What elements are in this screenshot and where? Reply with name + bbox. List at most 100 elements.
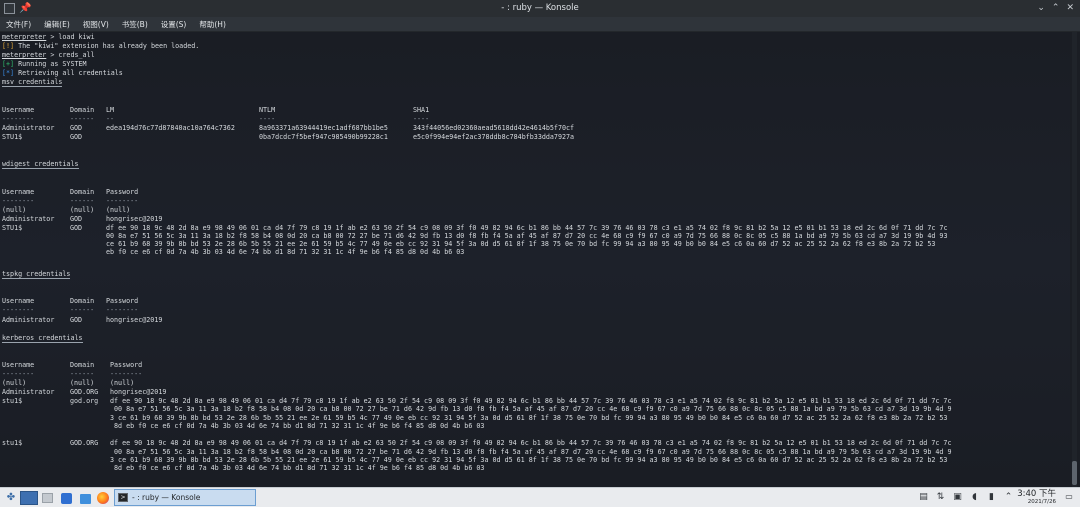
table-row: (null) (null) (null) (2, 379, 1070, 388)
header-dashes: -------- (2, 306, 35, 315)
window-title: - : ruby — Konsole (501, 3, 579, 13)
domain-cell: GOD.ORG (70, 388, 99, 397)
menu-help[interactable]: 帮助(H) (199, 17, 226, 31)
prompt: meterpreter (2, 51, 47, 60)
menu-view[interactable]: 视图(V) (83, 17, 109, 31)
header-dashes: -------- (106, 196, 139, 205)
clock-date: 2021/7/26 (1027, 499, 1056, 505)
domain-cell: god.org (70, 397, 99, 406)
domain-cell: GOD (70, 315, 83, 324)
username-cell: (null) (2, 205, 27, 214)
maximize-icon[interactable]: ⌃ (1052, 0, 1060, 17)
section-title: tspkg credentials (2, 270, 1070, 280)
table-row: STU1$ GOD 0ba7dcdc7f5bef947c985490b99228… (2, 133, 1070, 142)
table-header: Username Domain Password (2, 361, 1070, 370)
minimize-icon[interactable]: ⌄ (1037, 0, 1045, 17)
header-dashes: -- (106, 114, 115, 123)
table-header: Username Domain LM NTLM SHA1 (2, 106, 1070, 115)
application-launcher-icon[interactable]: ✤ (4, 491, 18, 505)
konsole-icon: > (118, 493, 128, 502)
volume-icon[interactable]: ◖ (969, 491, 980, 503)
menu-settings[interactable]: 设置(S) (161, 17, 187, 31)
terminal-view[interactable]: meterpreter > load kiwi [!] The "kiwi" e… (0, 32, 1070, 487)
lm-hash-cell: edea194d76c77d87840ac10a764c7362 (106, 123, 235, 132)
table-row: Administrator GOD hongrisec@2019 (2, 215, 1070, 224)
lm-hash-cell (106, 133, 259, 142)
menu-bar: 文件(F) 编辑(E) 视图(V) 书签(B) 设置(S) 帮助(H) (0, 17, 1080, 32)
output-text: Running as SYSTEM (14, 60, 87, 69)
domain-cell: GOD (70, 133, 83, 142)
warning-marker: [!] (2, 42, 15, 51)
section-title: wdigest credentials (2, 160, 1070, 170)
output-line: [+] Running as SYSTEM (2, 60, 1070, 69)
domain-cell: GOD (70, 214, 83, 223)
password-cell: (null) (106, 205, 131, 214)
menu-bookmarks[interactable]: 书签(B) (122, 17, 148, 31)
folder-icon[interactable] (80, 494, 91, 504)
desktop-pager-icon[interactable] (20, 491, 38, 505)
domain-cell: GOD.ORG (70, 439, 99, 448)
task-label: - : ruby — Konsole (132, 493, 201, 502)
column-header: Password (106, 187, 139, 196)
username-cell: (null) (2, 379, 27, 388)
username-cell: Administrator (2, 315, 55, 324)
column-header: SHA1 (413, 105, 430, 114)
firefox-icon[interactable] (97, 492, 109, 504)
column-header: Username (2, 297, 35, 306)
menu-edit[interactable]: 编辑(E) (44, 17, 70, 31)
domain-cell: GOD (70, 123, 83, 132)
dolphin-icon[interactable] (61, 493, 72, 504)
prompt: meterpreter (2, 33, 47, 41)
username-cell: STU1$ (2, 133, 23, 142)
output-text: The "kiwi" extension has already been lo… (14, 42, 200, 51)
taskbar: ✤ > - : ruby — Konsole ▤ ⇅ ▣ ◖ ▮ ⌃ 3:40 … (0, 487, 1080, 507)
table-header: Username Domain Password (2, 297, 1070, 306)
header-dashes: ------ (70, 196, 95, 205)
password-hex-cell: df ee 90 18 9c 48 2d 8a e9 98 49 06 01 c… (106, 223, 948, 257)
msv-title: msv credentials (2, 79, 63, 88)
display-icon[interactable]: ▣ (952, 491, 963, 503)
header-dashes: ------ (70, 114, 95, 123)
battery-icon[interactable]: ▮ (986, 491, 997, 503)
close-icon[interactable]: ✕ (1066, 0, 1074, 17)
expand-tray-icon[interactable]: ⌃ (1003, 491, 1014, 503)
menu-file[interactable]: 文件(F) (6, 17, 31, 31)
header-dashes: -------- (2, 196, 35, 205)
digital-clock[interactable]: 3:40 下午 2021/7/26 (1017, 489, 1056, 506)
password-cell: (null) (110, 379, 135, 388)
header-dashes: -------- (110, 370, 143, 379)
column-header: Password (110, 361, 143, 369)
domain-cell: (null) (70, 205, 95, 214)
column-header: Username (2, 187, 35, 196)
header-dashes: -------- (2, 370, 35, 379)
username-cell: stu1$ (2, 439, 23, 448)
clipboard-icon[interactable]: ▤ (918, 491, 929, 503)
command-line: meterpreter > load kiwi (2, 33, 1070, 42)
table-header-rule: -------- ------ -------- (2, 197, 1070, 206)
column-header: Domain (70, 187, 95, 196)
window-title-bar[interactable]: 📌 - : ruby — Konsole ⌄ ⌃ ✕ (0, 0, 1080, 17)
table-row: STU1$ GOD df ee 90 18 9c 48 2d 8a e9 98 … (2, 224, 1070, 261)
desktop-pager-2-icon[interactable] (42, 493, 53, 503)
password-cell: hongrisec@2019 (106, 315, 163, 324)
system-tray: ▤ ⇅ ▣ ◖ ▮ ⌃ (918, 491, 1014, 503)
table-header-rule: -------- ------ -------- (2, 370, 1070, 379)
table-row: stu1$ GOD.ORG df ee 90 18 9c 48 2d 8a e9… (2, 439, 1070, 472)
username-cell: stu1$ (2, 397, 23, 406)
header-dashes: -------- (2, 114, 35, 123)
clock-time: 3:40 下午 (1017, 489, 1056, 499)
scrollbar-thumb[interactable] (1072, 461, 1077, 485)
output-line: [!] The "kiwi" extension has already bee… (2, 42, 1070, 51)
username-cell: Administrator (2, 214, 55, 223)
network-icon[interactable]: ⇅ (935, 491, 946, 503)
command-text: > load kiwi (46, 33, 95, 41)
task-konsole[interactable]: > - : ruby — Konsole (114, 489, 256, 506)
column-header: Password (106, 297, 139, 306)
show-desktop-icon[interactable]: ▭ (1064, 492, 1074, 502)
terminal-scrollbar[interactable] (1072, 32, 1077, 487)
table-row: (null) (null) (null) (2, 206, 1070, 215)
username-cell: Administrator (2, 123, 55, 132)
section-title: kerberos credentials (2, 334, 1070, 343)
ntlm-hash-cell: 0ba7dcdc7f5bef947c985490b99228c1 (259, 133, 388, 142)
password-cell: hongrisec@2019 (110, 388, 167, 397)
